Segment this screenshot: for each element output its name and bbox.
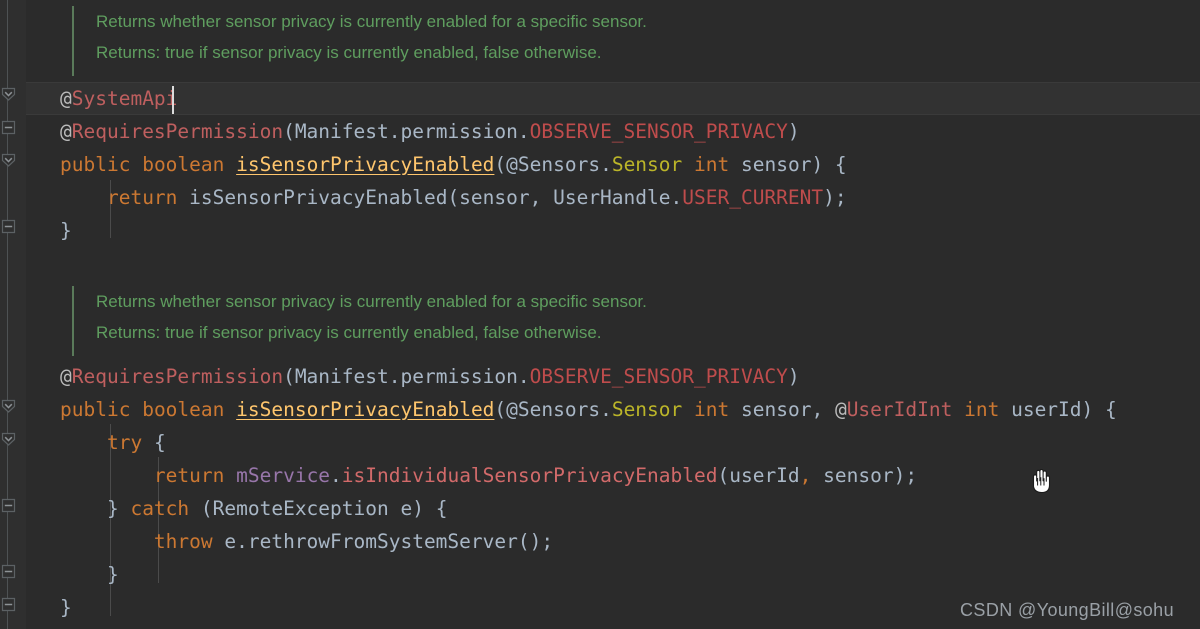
code-token: try (106, 431, 143, 454)
javadoc-line: Returns whether sensor privacy is curren… (96, 292, 647, 311)
fold-marker-fold-region-middle[interactable] (0, 497, 17, 514)
code-token: UserIdInt (846, 398, 953, 421)
fold-marker-fold-collapse-start[interactable] (0, 152, 17, 169)
code-token: boolean (142, 153, 225, 176)
code-token: sensor) { (729, 153, 847, 176)
code-line[interactable]: @RequiresPermission(Manifest.permission.… (60, 115, 800, 148)
fold-marker-fold-region-end[interactable] (0, 596, 17, 613)
fold-marker-fold-region-middle[interactable] (0, 119, 17, 136)
code-token: , (799, 464, 812, 487)
code-token: } (60, 563, 119, 586)
code-line[interactable]: } (60, 558, 119, 591)
open-hand-cursor-icon (1027, 465, 1057, 497)
code-token: sensor); (811, 464, 918, 487)
code-token: ); (823, 186, 847, 209)
code-editor-window: Returns whether sensor privacy is curren… (0, 0, 1200, 629)
code-token: boolean (142, 398, 225, 421)
code-token: @ (834, 398, 847, 421)
javadoc-block: Returns whether sensor privacy is curren… (72, 6, 647, 76)
code-token: (Manifest.permission. (283, 365, 530, 388)
code-token: int (694, 153, 730, 176)
code-token: OBSERVE_SENSOR_PRIVACY (529, 120, 788, 143)
code-line[interactable]: @SystemApi (60, 82, 177, 115)
code-token: { (142, 431, 166, 454)
current-line-highlight (26, 82, 1200, 115)
code-token: } (60, 219, 72, 242)
code-token: isSensorPrivacyEnabled (236, 153, 495, 176)
code-line[interactable]: try { (60, 426, 166, 459)
code-token: catch (130, 497, 190, 520)
watermark-text: CSDN @YoungBill@sohu (960, 600, 1174, 620)
code-token: (userId (717, 464, 800, 487)
code-token: isSensorPrivacyEnabled(sensor, UserHandl… (177, 186, 683, 209)
code-token: . (330, 464, 342, 487)
code-line[interactable]: public boolean isSensorPrivacyEnabled(@S… (60, 393, 1117, 426)
code-token: (@Sensors. (494, 398, 612, 421)
code-token: isIndividualSensorPrivacyEnabled (341, 464, 718, 487)
code-line[interactable]: public boolean isSensorPrivacyEnabled(@S… (60, 148, 847, 181)
code-token: mService (236, 464, 331, 487)
code-token: isSensorPrivacyEnabled (236, 398, 495, 421)
text-caret (172, 86, 174, 114)
code-token: } (60, 596, 72, 619)
fold-marker-fold-region-end[interactable] (0, 563, 17, 580)
code-token: RequiresPermission (71, 365, 284, 388)
code-token: SystemApi (71, 87, 178, 110)
editor-surface[interactable]: Returns whether sensor privacy is curren… (26, 0, 1200, 629)
fold-marker-fold-collapse-start[interactable] (0, 86, 17, 103)
code-token: (@Sensors. (494, 153, 612, 176)
code-line[interactable]: } catch (RemoteException e) { (60, 492, 447, 525)
code-token: ) (787, 120, 800, 143)
fold-marker-fold-region-end[interactable] (0, 218, 17, 235)
code-token: public (60, 153, 131, 176)
code-token: int (694, 398, 730, 421)
code-token: (Manifest.permission. (283, 120, 530, 143)
code-token: Sensor (611, 153, 683, 176)
code-line[interactable]: @RequiresPermission(Manifest.permission.… (60, 360, 800, 393)
code-token: (RemoteException e) { (189, 497, 448, 520)
code-line[interactable]: throw e.rethrowFromSystemServer(); (60, 525, 553, 558)
fold-marker-fold-collapse-start[interactable] (0, 398, 17, 415)
code-token: int (964, 398, 1000, 421)
code-token: throw (153, 530, 213, 553)
code-token: return (106, 186, 178, 209)
fold-marker-fold-collapse-start[interactable] (0, 431, 17, 448)
code-token: @ (60, 365, 72, 388)
javadoc-line: Returns: true if sensor privacy is curre… (96, 323, 602, 342)
code-token: OBSERVE_SENSOR_PRIVACY (529, 365, 788, 388)
code-token: sensor, (729, 398, 835, 421)
code-token: public (60, 398, 131, 421)
code-token: USER_CURRENT (682, 186, 824, 209)
code-line[interactable]: return mService.isIndividualSensorPrivac… (60, 459, 917, 492)
javadoc-block: Returns whether sensor privacy is curren… (72, 286, 647, 356)
editor-gutter[interactable] (0, 0, 27, 629)
code-token: @ (60, 120, 72, 143)
code-token: RequiresPermission (71, 120, 284, 143)
javadoc-line: Returns: true if sensor privacy is curre… (96, 43, 602, 62)
code-token: @ (60, 87, 72, 110)
code-line[interactable]: } (60, 591, 72, 624)
code-token: } (60, 497, 131, 520)
code-token: return (153, 464, 225, 487)
code-line[interactable]: return isSensorPrivacyEnabled(sensor, Us… (60, 181, 847, 214)
code-token: e.rethrowFromSystemServer(); (212, 530, 554, 553)
code-token: userId) { (999, 398, 1117, 421)
javadoc-line: Returns whether sensor privacy is curren… (96, 12, 647, 31)
code-line[interactable]: } (60, 214, 72, 247)
code-token: ) (787, 365, 800, 388)
code-token: Sensor (611, 398, 683, 421)
